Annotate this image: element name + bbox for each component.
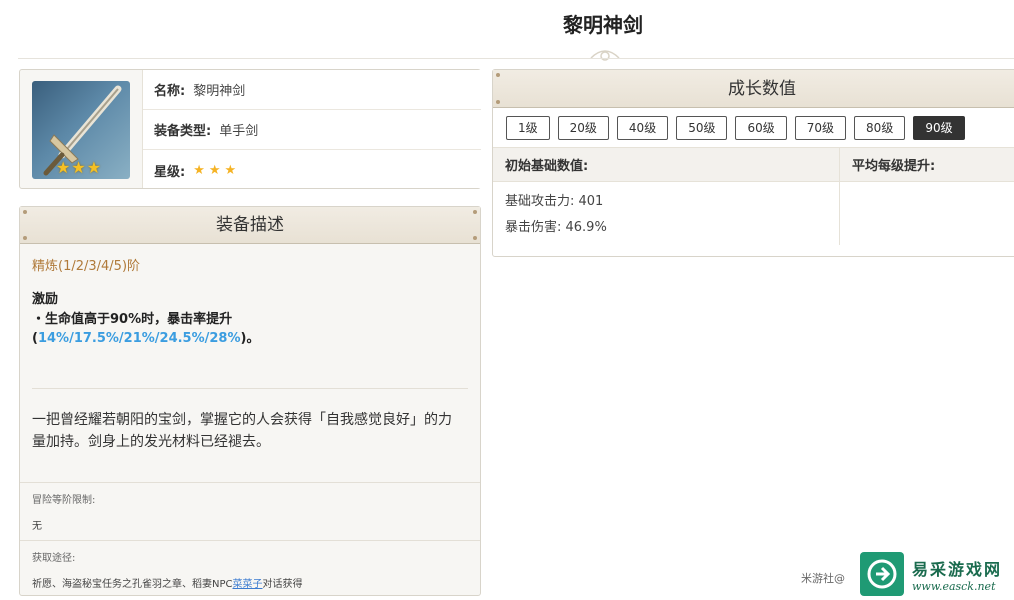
name-label: 名称: [154,84,186,99]
weapon-info-card: ★★★ 名称: 黎明神剑 装备类型: 单手剑 星级: ★★★ [19,69,481,189]
name-value: 黎明神剑 [193,84,246,99]
corner-dot-icon [473,236,477,240]
level-button-40[interactable]: 40级 [616,115,669,140]
stats-table-header: 初始基础数值: 平均每级提升: [493,147,1014,182]
refinement-text: 精炼(1/2/3/4/5)阶 [32,259,141,274]
base-stats-column-header: 初始基础数值: [493,148,840,181]
level-button-80[interactable]: 80级 [854,115,906,140]
source-value: 祈愿、海盗秘宝任务之孔雀羽之章、稻妻NPC菜菜子对话获得 [32,575,468,590]
corner-dot-icon [496,100,500,104]
site-watermark-logo: 易采游戏网 www.easck.net [860,548,1014,600]
site-name: 易采游戏网 [912,559,1003,579]
npc-link[interactable]: 菜菜子 [233,579,263,590]
passive-values: 14%/17.5%/21%/24.5%/28% [37,331,241,346]
source-prefix: 祈愿、海盗秘宝任务之孔雀羽之章、稻妻NPC [32,579,233,590]
adventure-rank-requirement: 冒险等阶限制: 无 [20,482,480,540]
level-button-50[interactable]: 50级 [676,115,728,140]
description-card: 装备描述 精炼(1/2/3/4/5)阶 激励 ・生命值高于90%时，暴击率提升(… [19,206,481,596]
base-stats-cell: 基础攻击力: 401 暴击伤害: 46.9% [493,182,840,245]
site-logo-icon [860,552,904,596]
level-button-1[interactable]: 1级 [506,115,550,140]
growth-header: 成长数值 [493,70,1014,108]
page-title: 黎明神剑 [563,13,643,37]
base-attack-stat: 基础攻击力: 401 [505,194,604,209]
info-row-rarity: 星级: ★★★ [143,150,481,190]
crit-damage-stat: 暴击伤害: 46.9% [505,220,607,235]
passive-name: 激励 [32,292,59,307]
corner-dot-icon [473,210,477,214]
description-header: 装备描述 [20,207,480,244]
level-button-70[interactable]: 70级 [794,115,847,140]
level-button-20[interactable]: 20级 [557,115,609,140]
requirement-value: 无 [32,521,42,532]
site-url: www.easck.net [912,579,996,593]
weapon-rarity-badge: ★★★ [56,158,103,177]
rarity-label: 星级: [154,164,186,180]
title-ornament-icon [590,50,620,61]
miyoushe-watermark: 米游社@ [801,572,845,585]
description-header-title: 装备描述 [216,215,284,235]
stats-table-row: 基础攻击力: 401 暴击伤害: 46.9% [493,182,1014,245]
requirement-label: 冒险等阶限制: [32,495,96,506]
passive-effect: ・生命值高于90%时，暴击率提升(14%/17.5%/21%/24.5%/28%… [32,310,452,348]
corner-dot-icon [496,73,500,77]
avg-growth-cell [840,182,1014,245]
weapon-info-table: 名称: 黎明神剑 装备类型: 单手剑 星级: ★★★ [142,70,481,188]
source-label: 获取途径: [32,553,76,564]
type-label: 装备类型: [154,124,212,139]
source-suffix: 对话获得 [262,579,303,590]
growth-stats-card: 成长数值 1级 20级 40级 50级 60级 70级 80级 90级 初始基础… [492,69,1014,257]
rarity-stars: ★★★ [193,162,241,178]
weapon-lore: 一把曾经耀若朝阳的宝剑，掌握它的人会获得「自我感觉良好」的力量加持。剑身上的发光… [32,412,452,450]
level-selector: 1级 20级 40级 50级 60级 70级 80级 90级 [493,108,1014,147]
growth-header-title: 成长数值 [728,79,796,99]
passive-suffix: )。 [240,331,260,346]
description-divider [32,388,468,389]
acquisition-source: 获取途径: 祈愿、海盗秘宝任务之孔雀羽之章、稻妻NPC菜菜子对话获得 [20,540,480,595]
weapon-image: ★★★ [32,81,130,179]
avg-growth-column-header: 平均每级提升: [852,159,936,174]
corner-dot-icon [23,210,27,214]
level-button-60[interactable]: 60级 [735,115,787,140]
title-divider [18,58,1014,59]
info-row-type: 装备类型: 单手剑 [143,110,481,150]
type-value: 单手剑 [219,124,259,139]
level-button-90[interactable]: 90级 [913,115,965,140]
corner-dot-icon [23,236,27,240]
info-row-name: 名称: 黎明神剑 [143,70,481,110]
